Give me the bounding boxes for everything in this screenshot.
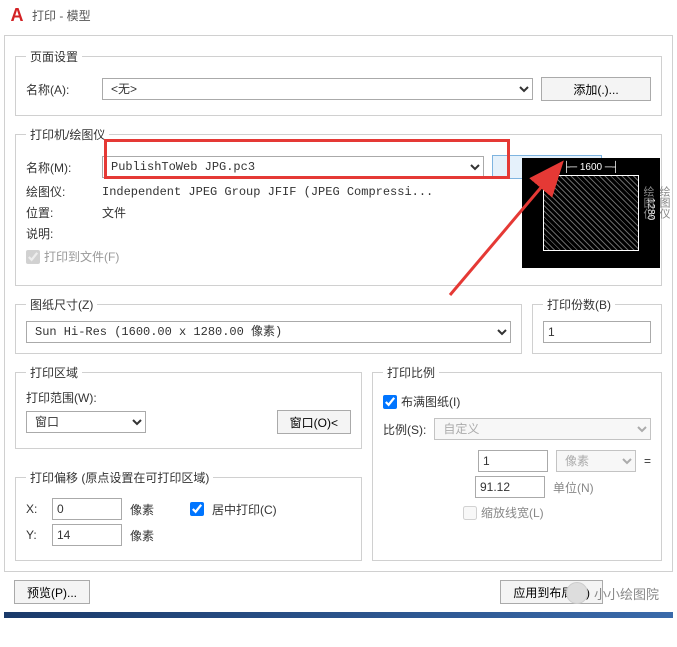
offset-group: 打印偏移 (原点设置在可打印区域) X: 像素 居中打印(C) Y: 像素 xyxy=(15,469,362,561)
scale-num2 xyxy=(475,476,545,498)
y-label: Y: xyxy=(26,528,44,542)
scale-num1 xyxy=(478,450,548,472)
window-button[interactable]: 窗口(O)< xyxy=(277,410,351,434)
lineweight-label: 缩放线宽(L) xyxy=(481,504,544,521)
center-checkbox[interactable] xyxy=(190,502,204,516)
printer-name-select[interactable]: PublishToWeb JPG.pc3 xyxy=(102,156,484,178)
print-range-select[interactable]: 窗口 xyxy=(26,411,146,433)
center-label: 居中打印(C) xyxy=(212,501,277,518)
plotter-value: Independent JPEG Group JFIF (JPEG Compre… xyxy=(102,185,433,199)
print-area-group: 打印区域 打印范围(W): 窗口 窗口(O)< xyxy=(15,364,362,449)
add-button[interactable]: 添加(.)... xyxy=(541,77,651,101)
scale-group: 打印比例 布满图纸(I) 比例(S): 自定义 像素 = 单位(N) xyxy=(372,364,662,561)
copies-input xyxy=(543,321,651,343)
printer-name-label: 名称(M): xyxy=(26,159,94,176)
print-to-file-label: 打印到文件(F) xyxy=(44,248,119,265)
page-name-select[interactable]: <无> xyxy=(102,78,533,100)
grey-hint: 绘图仪绘图仪 xyxy=(640,186,672,219)
page-setup-group: 页面设置 名称(A): <无> 添加(.)... xyxy=(15,48,662,116)
location-value: 文件 xyxy=(102,204,126,221)
watermark-avatar-icon xyxy=(566,582,588,604)
print-range-label: 打印范围(W): xyxy=(26,389,351,406)
plotter-label: 绘图仪: xyxy=(26,183,94,200)
fit-checkbox[interactable] xyxy=(383,395,397,409)
copies-legend: 打印份数(B) xyxy=(543,296,615,313)
location-label: 位置: xyxy=(26,204,94,221)
bottom-bar xyxy=(4,612,673,618)
y-input xyxy=(52,524,122,546)
eq-label: = xyxy=(644,454,651,468)
x-unit: 像素 xyxy=(130,501,154,518)
desc-label: 说明: xyxy=(26,225,94,242)
lineweight-checkbox xyxy=(463,506,477,520)
offset-legend: 打印偏移 (原点设置在可打印区域) xyxy=(26,469,213,486)
ratio-select: 自定义 xyxy=(434,418,651,440)
scale-unit1: 像素 xyxy=(556,450,636,472)
print-area-legend: 打印区域 xyxy=(26,364,82,381)
paper-size-group: 图纸尺寸(Z) Sun Hi-Res (1600.00 x 1280.00 像素… xyxy=(15,296,522,354)
paper-size-legend: 图纸尺寸(Z) xyxy=(26,296,97,313)
copies-group: 打印份数(B) xyxy=(532,296,662,354)
preview-button[interactable]: 预览(P)... xyxy=(14,580,90,604)
ratio-label: 比例(S): xyxy=(383,421,426,438)
app-icon: A xyxy=(8,6,26,24)
page-setup-legend: 页面设置 xyxy=(26,48,82,65)
fit-label: 布满图纸(I) xyxy=(401,393,460,410)
print-to-file-checkbox xyxy=(26,250,40,264)
y-unit: 像素 xyxy=(130,527,154,544)
x-input xyxy=(52,498,122,520)
printer-legend: 打印机/绘图仪 xyxy=(26,126,109,143)
window-title: 打印 - 模型 xyxy=(32,7,91,24)
x-label: X: xyxy=(26,502,44,516)
page-name-label: 名称(A): xyxy=(26,81,94,98)
watermark: 小小绘图院 xyxy=(566,582,659,604)
scale-unit2: 单位(N) xyxy=(553,479,633,496)
paper-size-select[interactable]: Sun Hi-Res (1600.00 x 1280.00 像素) xyxy=(26,321,511,343)
scale-legend: 打印比例 xyxy=(383,364,439,381)
